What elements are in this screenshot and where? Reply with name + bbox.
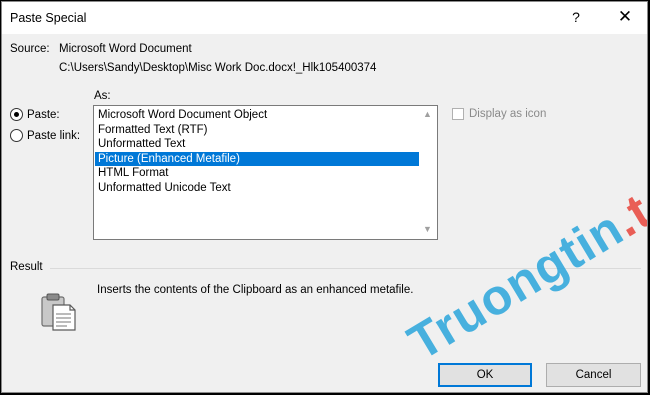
paste-radio-label: Paste: (27, 108, 60, 121)
format-list-item[interactable]: HTML Format (95, 166, 419, 181)
paste-link-radio-option[interactable]: Paste link: (10, 129, 80, 142)
display-as-icon-checkbox[interactable] (452, 108, 464, 120)
paste-special-dialog: Paste Special ? ✕ Source: Microsoft Word… (1, 1, 648, 393)
paste-link-radio-label: Paste link: (27, 129, 81, 142)
close-icon[interactable]: ✕ (616, 7, 634, 27)
as-label: As: (94, 90, 111, 102)
cancel-button[interactable]: Cancel (546, 363, 641, 387)
format-list-item[interactable]: Formatted Text (RTF) (95, 123, 419, 138)
result-divider (50, 268, 641, 269)
paste-radio[interactable] (10, 108, 23, 121)
format-list-item[interactable]: Unformatted Text (95, 137, 419, 152)
watermark-text-red: .top (603, 150, 648, 248)
display-as-icon-label: Display as icon (469, 108, 547, 120)
source-label: Source: (10, 43, 50, 55)
source-app: Microsoft Word Document (59, 43, 192, 55)
paste-link-radio[interactable] (10, 129, 23, 142)
format-list-item[interactable]: Unformatted Unicode Text (95, 181, 419, 196)
paste-radio-option[interactable]: Paste: (10, 108, 60, 121)
scroll-down-arrow-icon[interactable]: ▼ (423, 224, 432, 234)
result-label: Result (10, 261, 43, 273)
dialog-title: Paste Special (10, 11, 87, 25)
listbox-scrollbar[interactable]: ▲ ▼ (420, 106, 437, 239)
source-path: C:\Users\Sandy\Desktop\Misc Work Doc.doc… (59, 62, 377, 74)
help-icon[interactable]: ? (568, 9, 584, 25)
format-list: Microsoft Word Document Object Formatted … (95, 108, 419, 196)
result-description: Inserts the contents of the Clipboard as… (97, 284, 414, 296)
scroll-up-arrow-icon[interactable]: ▲ (423, 109, 432, 119)
format-list-item[interactable]: Picture (Enhanced Metafile) (95, 151, 419, 167)
display-as-icon-option[interactable]: Display as icon (452, 108, 546, 120)
title-bar: Paste Special ? ✕ (2, 2, 647, 34)
format-listbox[interactable]: Microsoft Word Document Object Formatted … (93, 105, 438, 240)
ok-button[interactable]: OK (438, 363, 532, 387)
clipboard-icon (41, 293, 76, 331)
format-list-item[interactable]: Microsoft Word Document Object (95, 108, 419, 123)
